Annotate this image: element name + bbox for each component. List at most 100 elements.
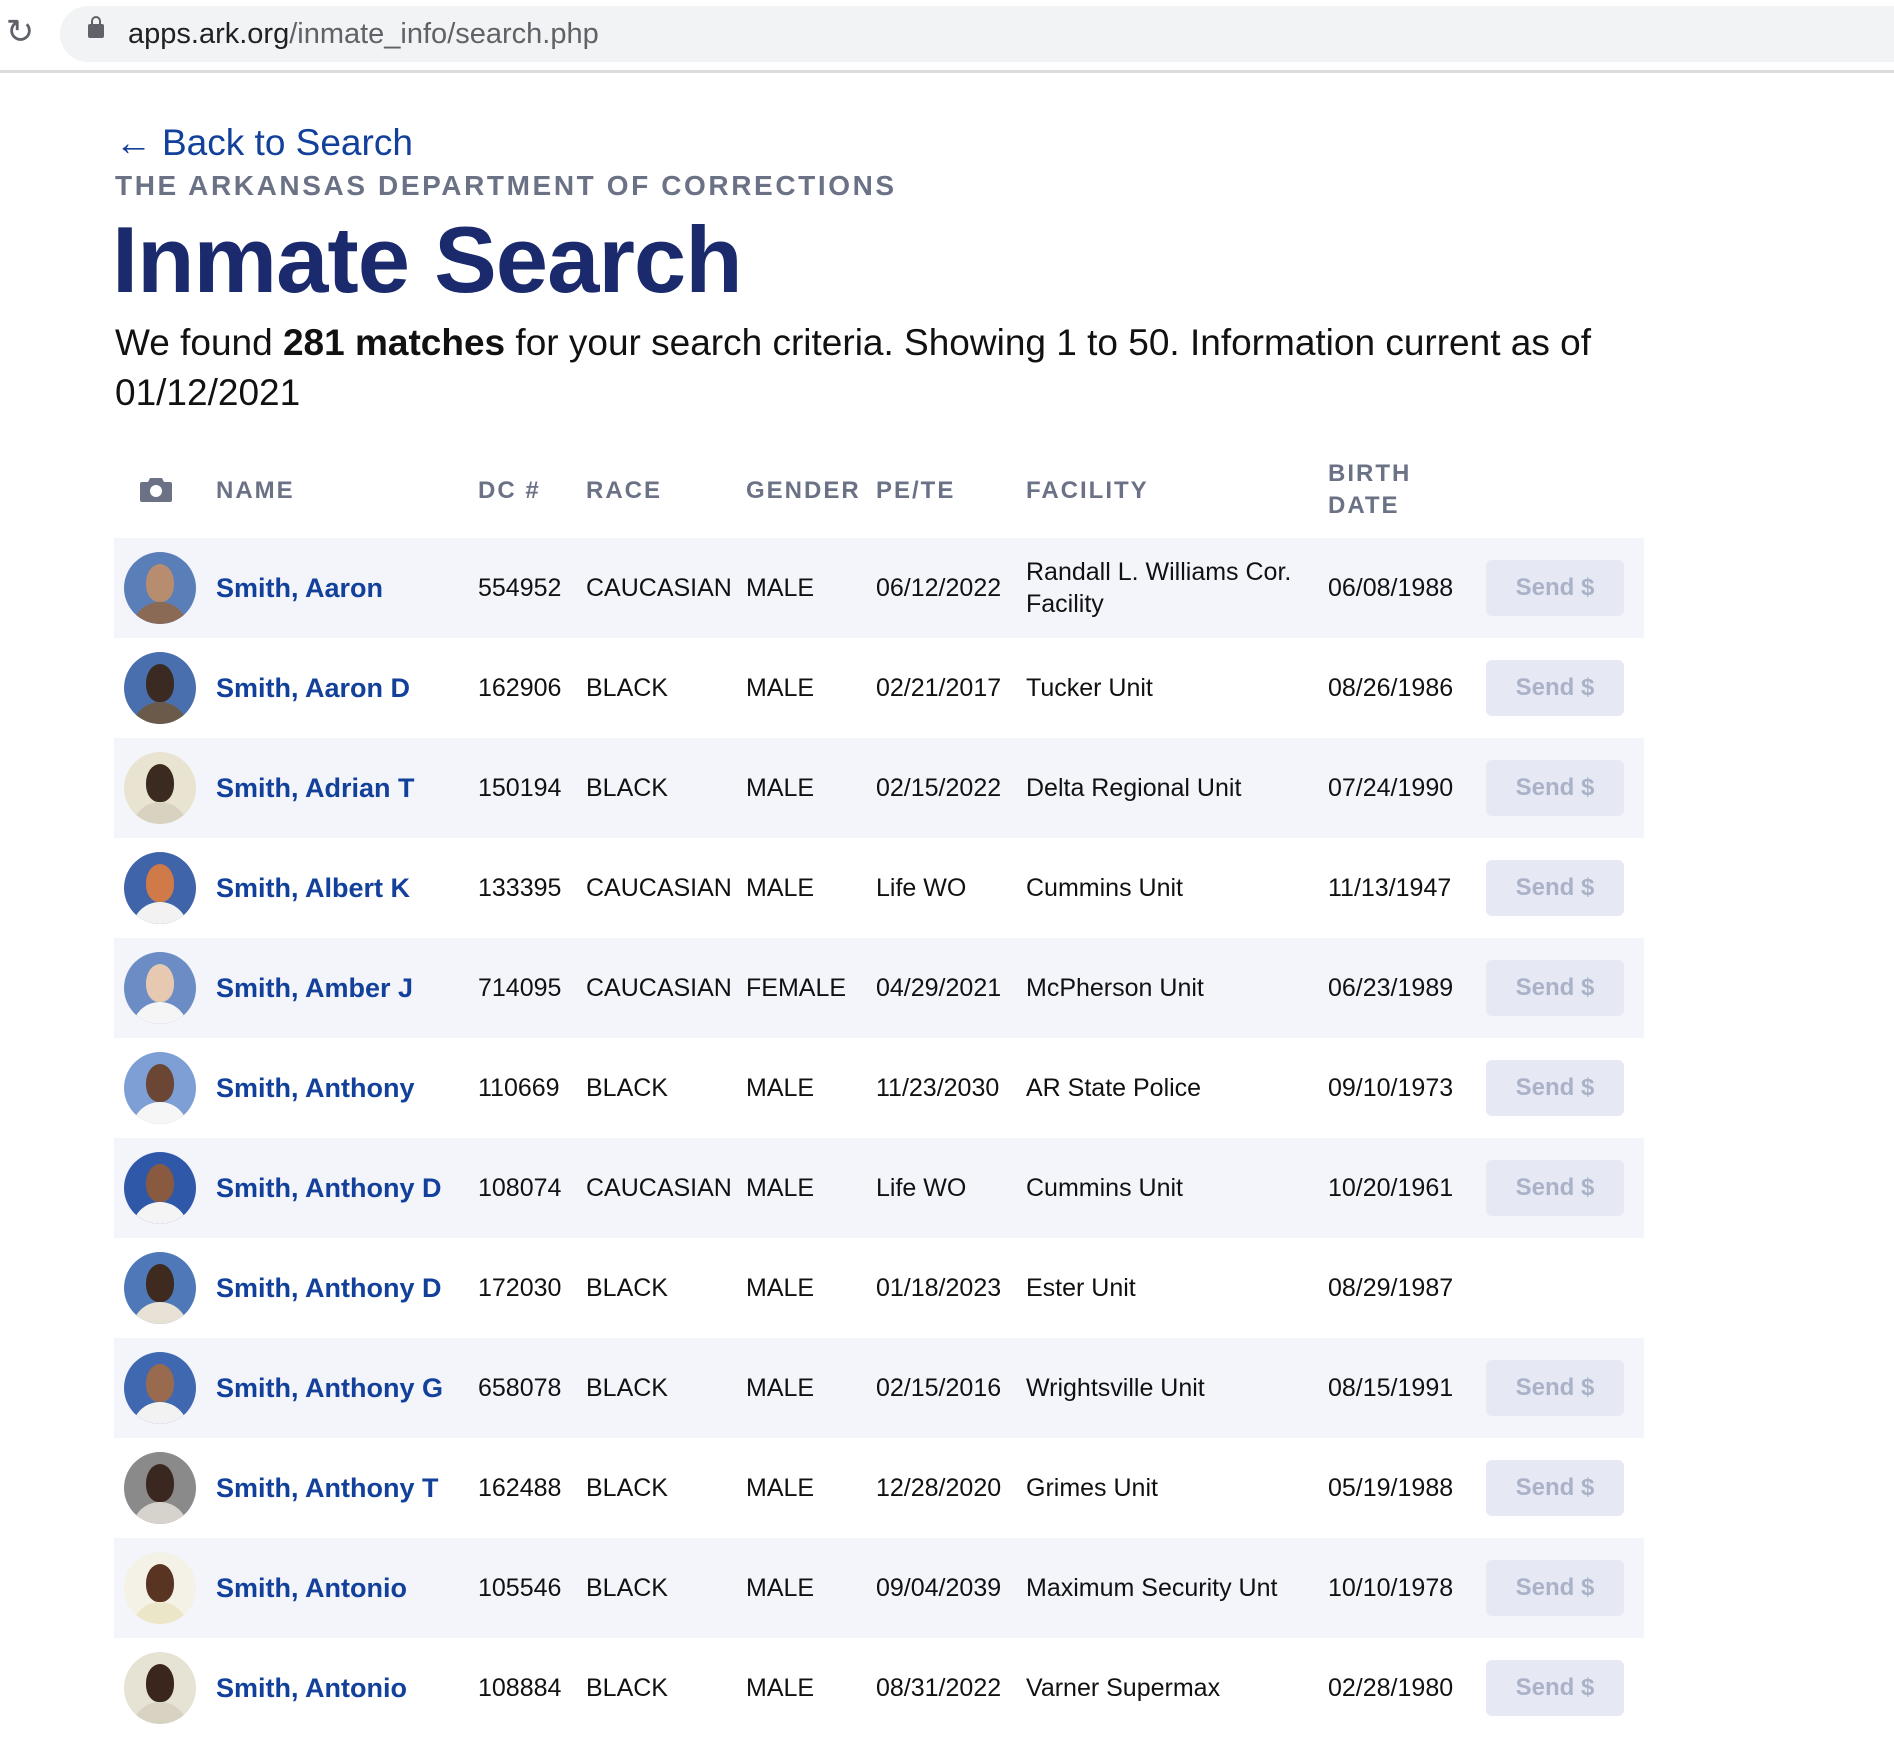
facility: Grimes Unit bbox=[1026, 1474, 1158, 1502]
send-money-button[interactable]: Send $ bbox=[1486, 1160, 1624, 1216]
back-to-search-link[interactable]: ← Back to Search bbox=[115, 120, 413, 166]
send-money-button[interactable]: Send $ bbox=[1486, 860, 1624, 916]
table-row: Smith, Aaron D 162906 BLACK MALE 02/21/2… bbox=[114, 638, 1644, 738]
summary-prefix: We found bbox=[115, 322, 283, 363]
birth-date: 02/28/1980 bbox=[1328, 1674, 1454, 1702]
table-row: Smith, Aaron 554952 CAUCASIAN MALE 06/12… bbox=[114, 538, 1644, 638]
url-host: apps.ark.org bbox=[128, 18, 290, 50]
send-money-button[interactable]: Send $ bbox=[1486, 1460, 1624, 1516]
inmate-photo[interactable] bbox=[124, 1252, 196, 1324]
dc-number: 172030 bbox=[478, 1274, 562, 1302]
send-money-button[interactable]: Send $ bbox=[1486, 660, 1624, 716]
table-row: Smith, Anthony T 162488 BLACK MALE 12/28… bbox=[114, 1438, 1644, 1538]
table-row: Smith, Adrian T 150194 BLACK MALE 02/15/… bbox=[114, 738, 1644, 838]
pe-te-date: 02/15/2022 bbox=[876, 774, 1002, 802]
department-eyebrow: THE ARKANSAS DEPARTMENT OF CORRECTIONS bbox=[115, 170, 897, 201]
gender: MALE bbox=[746, 1574, 815, 1602]
inmate-name-link[interactable]: Smith, Antonio bbox=[216, 1572, 407, 1604]
inmate-photo[interactable] bbox=[124, 1052, 196, 1124]
browser-toolbar: ↻ apps.ark.org/inmate_info/search.php bbox=[0, 0, 1894, 73]
inmate-name-link[interactable]: Smith, Amber J bbox=[216, 972, 413, 1004]
facility: Wrightsville Unit bbox=[1026, 1374, 1205, 1402]
dc-number: 162906 bbox=[478, 674, 562, 702]
inmate-name-link[interactable]: Smith, Aaron D bbox=[216, 672, 410, 704]
send-money-button[interactable]: Send $ bbox=[1486, 760, 1624, 816]
dc-number: 133395 bbox=[478, 874, 562, 902]
pe-te-date: 06/12/2022 bbox=[876, 574, 1002, 602]
pe-te-date: 02/15/2016 bbox=[876, 1374, 1002, 1402]
inmate-photo[interactable] bbox=[124, 1552, 196, 1624]
send-money-button[interactable]: Send $ bbox=[1486, 560, 1624, 616]
header-dc[interactable]: DC # bbox=[478, 475, 541, 507]
inmate-name-link[interactable]: Smith, Antonio bbox=[216, 1672, 407, 1704]
pe-te-date: 12/28/2020 bbox=[876, 1474, 1002, 1502]
inmate-name-link[interactable]: Smith, Anthony T bbox=[216, 1472, 438, 1504]
header-facility[interactable]: FACILITY bbox=[1026, 475, 1149, 507]
inmate-photo[interactable] bbox=[124, 952, 196, 1024]
gender: MALE bbox=[746, 574, 815, 602]
reload-icon[interactable]: ↻ bbox=[2, 14, 38, 50]
birth-date: 10/20/1961 bbox=[1328, 1174, 1454, 1202]
facility: AR State Police bbox=[1026, 1074, 1202, 1102]
inmate-photo[interactable] bbox=[124, 1152, 196, 1224]
pe-te-date: 08/31/2022 bbox=[876, 1674, 1002, 1702]
inmate-photo[interactable] bbox=[124, 652, 196, 724]
pe-te-date: Life WO bbox=[876, 1174, 967, 1202]
race: BLACK bbox=[586, 674, 668, 702]
table-row: Smith, Anthony D 108074 CAUCASIAN MALE L… bbox=[114, 1138, 1644, 1238]
facility: Cummins Unit bbox=[1026, 1174, 1183, 1202]
inmate-photo[interactable] bbox=[124, 1652, 196, 1724]
page-title: Inmate Search bbox=[112, 207, 743, 312]
pe-te-date: 09/04/2039 bbox=[876, 1574, 1002, 1602]
gender: MALE bbox=[746, 1474, 815, 1502]
inmate-name-link[interactable]: Smith, Anthony D bbox=[216, 1272, 441, 1304]
results-summary: We found 281 matches for your search cri… bbox=[115, 318, 1615, 418]
inmate-name-link[interactable]: Smith, Albert K bbox=[216, 872, 410, 904]
inmate-name-link[interactable]: Smith, Anthony bbox=[216, 1072, 414, 1104]
url-text[interactable]: apps.ark.org/inmate_info/search.php bbox=[128, 14, 599, 54]
facility: Ester Unit bbox=[1026, 1274, 1136, 1302]
header-birth-date[interactable]: BIRTH DATE bbox=[1328, 458, 1411, 522]
inmate-photo[interactable] bbox=[124, 752, 196, 824]
gender: FEMALE bbox=[746, 974, 847, 1002]
table-row: Smith, Antonio 105546 BLACK MALE 09/04/2… bbox=[114, 1538, 1644, 1638]
inmate-name-link[interactable]: Smith, Anthony D bbox=[216, 1172, 441, 1204]
gender: MALE bbox=[746, 1374, 815, 1402]
race: BLACK bbox=[586, 1474, 668, 1502]
dc-number: 554952 bbox=[478, 574, 562, 602]
send-money-button[interactable]: Send $ bbox=[1486, 1660, 1624, 1716]
table-row: Smith, Antonio 108884 BLACK MALE 08/31/2… bbox=[114, 1638, 1644, 1738]
birth-date: 06/23/1989 bbox=[1328, 974, 1454, 1002]
header-birth-line2: DATE bbox=[1328, 492, 1400, 519]
inmate-name-link[interactable]: Smith, Adrian T bbox=[216, 772, 415, 804]
gender: MALE bbox=[746, 774, 815, 802]
lock-icon[interactable] bbox=[88, 16, 104, 38]
back-link-label: Back to Search bbox=[162, 122, 413, 163]
send-money-button[interactable]: Send $ bbox=[1486, 1060, 1624, 1116]
inmate-name-link[interactable]: Smith, Anthony G bbox=[216, 1372, 443, 1404]
dc-number: 105546 bbox=[478, 1574, 562, 1602]
birth-date: 11/13/1947 bbox=[1328, 874, 1452, 902]
race: BLACK bbox=[586, 1674, 668, 1702]
inmate-photo[interactable] bbox=[124, 552, 196, 624]
header-gender[interactable]: GENDER bbox=[746, 475, 861, 507]
race: BLACK bbox=[586, 1074, 668, 1102]
facility: Delta Regional Unit bbox=[1026, 774, 1242, 802]
race: BLACK bbox=[586, 774, 668, 802]
header-race[interactable]: RACE bbox=[586, 475, 662, 507]
inmate-photo[interactable] bbox=[124, 1452, 196, 1524]
facility: Maximum Security Unt bbox=[1026, 1574, 1278, 1602]
header-name[interactable]: NAME bbox=[216, 475, 295, 507]
send-money-button[interactable]: Send $ bbox=[1486, 1360, 1624, 1416]
dc-number: 108884 bbox=[478, 1674, 562, 1702]
table-row: Smith, Albert K 133395 CAUCASIAN MALE Li… bbox=[114, 838, 1644, 938]
race: CAUCASIAN bbox=[586, 574, 732, 602]
inmate-photo[interactable] bbox=[124, 1352, 196, 1424]
inmate-name-link[interactable]: Smith, Aaron bbox=[216, 572, 383, 604]
send-money-button[interactable]: Send $ bbox=[1486, 1560, 1624, 1616]
header-pete[interactable]: PE/TE bbox=[876, 475, 955, 507]
table-row: Smith, Amber J 714095 CAUCASIAN FEMALE 0… bbox=[114, 938, 1644, 1038]
dc-number: 110669 bbox=[478, 1074, 560, 1102]
send-money-button[interactable]: Send $ bbox=[1486, 960, 1624, 1016]
inmate-photo[interactable] bbox=[124, 852, 196, 924]
